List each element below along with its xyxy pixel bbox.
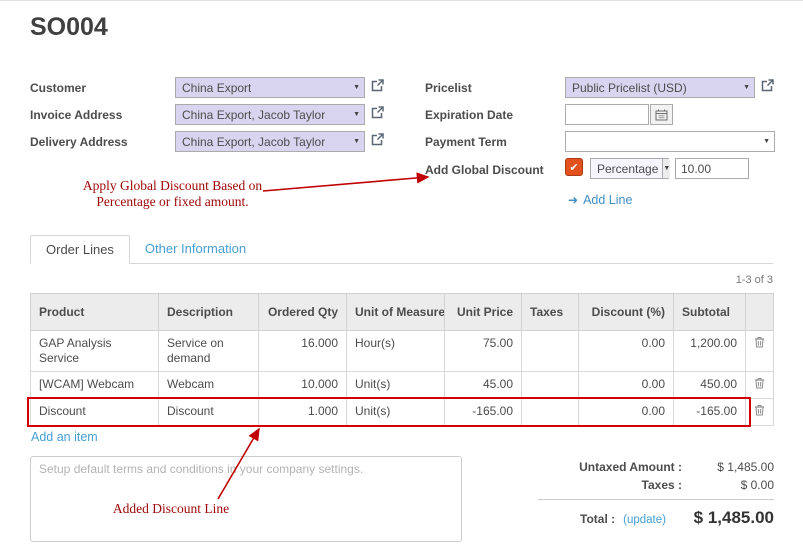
cell-taxes[interactable] (522, 372, 579, 399)
discount-type-select[interactable]: Percentage ▼ (590, 158, 669, 179)
table-header-row: Product Description Ordered Qty Unit of … (31, 294, 774, 331)
discount-value-input[interactable] (675, 158, 749, 179)
discount-type-value: Percentage (591, 162, 662, 176)
cell-product[interactable]: GAP Analysis Service (31, 331, 159, 372)
untaxed-amount-label: Untaxed Amount : (538, 460, 696, 474)
col-product: Product (31, 294, 159, 331)
delivery-address-external-link-icon[interactable] (370, 132, 385, 152)
chevron-down-icon: ▼ (662, 159, 670, 178)
table-row: [WCAM] Webcam Webcam 10.000 Unit(s) 45.0… (31, 372, 774, 399)
notebook-tabs: Order Lines Other Information (30, 235, 773, 264)
cell-ordered-qty[interactable]: 16.000 (259, 331, 347, 372)
cell-discount[interactable]: 0.00 (579, 399, 674, 426)
customer-external-link-icon[interactable] (370, 78, 385, 98)
expiration-date-input[interactable] (565, 104, 649, 125)
cell-unit-of-measure[interactable]: Unit(s) (347, 372, 445, 399)
cell-subtotal: -165.00 (674, 399, 746, 426)
cell-product[interactable]: Discount (31, 399, 159, 426)
tab-order-lines[interactable]: Order Lines (30, 235, 130, 264)
pricelist-select[interactable]: Public Pricelist (USD) ▼ (565, 77, 755, 98)
delivery-address-label: Delivery Address (30, 135, 128, 149)
global-discount-label: Add Global Discount (425, 163, 544, 177)
payment-term-select[interactable]: ▼ (565, 131, 775, 152)
cell-description[interactable]: Webcam (159, 372, 259, 399)
col-unit-price: Unit Price (445, 294, 522, 331)
terms-and-conditions-textarea[interactable] (30, 456, 462, 542)
cell-unit-price[interactable]: 75.00 (445, 331, 522, 372)
col-taxes: Taxes (522, 294, 579, 331)
table-row: GAP Analysis Service Service on demand 1… (31, 331, 774, 372)
invoice-address-label: Invoice Address (30, 108, 122, 122)
cell-discount[interactable]: 0.00 (579, 331, 674, 372)
cell-subtotal: 1,200.00 (674, 331, 746, 372)
cell-discount[interactable]: 0.00 (579, 372, 674, 399)
col-ordered-qty: Ordered Qty (259, 294, 347, 331)
untaxed-amount-value: $ 1,485.00 (696, 460, 774, 474)
add-line-label: Add Line (583, 193, 632, 207)
order-lines-table: Product Description Ordered Qty Unit of … (30, 293, 773, 426)
customer-label: Customer (30, 81, 86, 95)
totals-panel: Untaxed Amount : $ 1,485.00 Taxes : $ 0.… (538, 460, 774, 532)
invoice-address-value: China Export, Jacob Taylor (182, 108, 325, 122)
cell-unit-of-measure[interactable]: Hour(s) (347, 331, 445, 372)
update-link[interactable]: (update) (623, 514, 666, 526)
col-subtotal: Subtotal (674, 294, 746, 331)
cell-unit-price[interactable]: 45.00 (445, 372, 522, 399)
tab-other-information[interactable]: Other Information (130, 235, 261, 264)
invoice-address-external-link-icon[interactable] (370, 105, 385, 125)
invoice-address-select[interactable]: China Export, Jacob Taylor ▼ (175, 104, 365, 125)
global-discount-checkbox[interactable]: ✔ (565, 158, 583, 176)
trash-icon[interactable] (746, 331, 774, 372)
pricelist-label: Pricelist (425, 81, 472, 95)
total-value: $ 1,485.00 (666, 508, 774, 528)
col-delete (746, 294, 774, 331)
customer-value: China Export (182, 81, 251, 95)
add-an-item-link[interactable]: Add an item (31, 430, 98, 444)
chevron-down-icon: ▼ (353, 111, 360, 118)
checkmark-icon: ✔ (569, 161, 578, 174)
cell-subtotal: 450.00 (674, 372, 746, 399)
annotation-global-discount: Apply Global Discount Based on Percentag… (80, 178, 265, 210)
cell-taxes[interactable] (522, 331, 579, 372)
trash-icon[interactable] (746, 399, 774, 426)
cell-unit-price[interactable]: -165.00 (445, 399, 522, 426)
chevron-down-icon: ▼ (743, 84, 750, 91)
col-description: Description (159, 294, 259, 331)
trash-icon[interactable] (746, 372, 774, 399)
pager: 1-3 of 3 (736, 274, 773, 286)
arrow-right-icon: ➜ (568, 193, 578, 207)
chevron-down-icon: ▼ (353, 138, 360, 145)
customer-select[interactable]: China Export ▼ (175, 77, 365, 98)
page-title: SO004 (30, 13, 108, 42)
cell-unit-of-measure[interactable]: Unit(s) (347, 399, 445, 426)
cell-taxes[interactable] (522, 399, 579, 426)
cell-description[interactable]: Service on demand (159, 331, 259, 372)
expiration-date-label: Expiration Date (425, 108, 513, 122)
cell-product[interactable]: [WCAM] Webcam (31, 372, 159, 399)
delivery-address-select[interactable]: China Export, Jacob Taylor ▼ (175, 131, 365, 152)
calendar-icon[interactable] (650, 104, 673, 125)
sale-order-form: SO004 Customer Invoice Address Delivery … (0, 0, 803, 545)
cell-ordered-qty[interactable]: 10.000 (259, 372, 347, 399)
pricelist-external-link-icon[interactable] (760, 78, 775, 98)
taxes-value: $ 0.00 (696, 478, 774, 492)
pricelist-value: Public Pricelist (USD) (572, 81, 687, 95)
col-discount: Discount (%) (579, 294, 674, 331)
table-row-discount: Discount Discount 1.000 Unit(s) -165.00 … (31, 399, 774, 426)
payment-term-label: Payment Term (425, 135, 507, 149)
delivery-address-value: China Export, Jacob Taylor (182, 135, 325, 149)
chevron-down-icon: ▼ (763, 138, 770, 145)
add-line-button[interactable]: ➜ Add Line (568, 193, 632, 207)
chevron-down-icon: ▼ (353, 84, 360, 91)
annotation-added-discount-line: Added Discount Line (106, 501, 236, 517)
cell-ordered-qty[interactable]: 1.000 (259, 399, 347, 426)
totals-divider (538, 499, 774, 500)
total-label: Total : (580, 512, 615, 526)
cell-description[interactable]: Discount (159, 399, 259, 426)
col-unit-of-measure: Unit of Measure (347, 294, 445, 331)
taxes-label: Taxes : (538, 478, 696, 492)
